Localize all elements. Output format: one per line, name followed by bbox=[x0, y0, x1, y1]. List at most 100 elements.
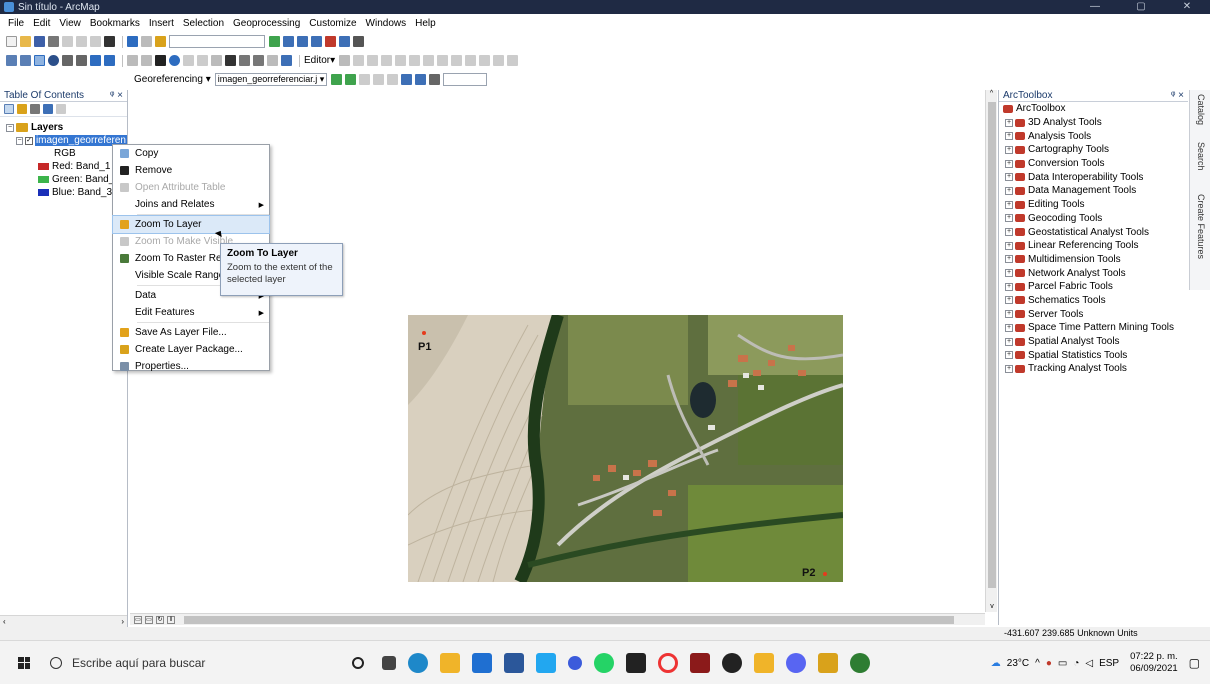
fixed-zoom-in-icon[interactable] bbox=[62, 55, 73, 66]
new-icon[interactable] bbox=[6, 36, 17, 47]
aerial-image-raster[interactable]: P1 P2 bbox=[408, 315, 843, 582]
menu-selection[interactable]: Selection bbox=[183, 18, 224, 29]
toolbox-pin-close[interactable]: ᵠ × bbox=[1171, 90, 1184, 101]
georef-layer-combo[interactable]: imagen_georreferenciar.j ▾ bbox=[214, 73, 327, 86]
attributes-icon[interactable] bbox=[479, 55, 491, 66]
control-point-p1[interactable] bbox=[422, 331, 426, 335]
expand-icon[interactable]: + bbox=[1005, 200, 1013, 209]
collapse-icon[interactable]: − bbox=[6, 123, 14, 132]
cut-polygons-icon[interactable] bbox=[437, 55, 449, 66]
tray-app-icon[interactable]: ● bbox=[1046, 658, 1052, 669]
expand-icon[interactable]: + bbox=[1005, 186, 1013, 195]
python-window-icon[interactable] bbox=[339, 36, 350, 47]
map-vertical-scrollbar[interactable]: ^ v bbox=[985, 90, 997, 612]
edit-annotation-icon[interactable] bbox=[353, 55, 365, 66]
context-menu-item[interactable]: Remove bbox=[113, 162, 269, 179]
hyperlink-icon[interactable] bbox=[183, 55, 194, 66]
redo-icon[interactable] bbox=[141, 36, 152, 47]
end-point-arc-icon[interactable] bbox=[381, 55, 393, 66]
link-table-icon[interactable] bbox=[400, 74, 412, 85]
save-icon[interactable] bbox=[34, 36, 45, 47]
expand-icon[interactable]: + bbox=[1005, 296, 1013, 305]
network-icon[interactable]: ◔ bbox=[1073, 658, 1079, 669]
toolbox-item[interactable]: + Data Management Tools bbox=[999, 184, 1188, 198]
menu-insert[interactable]: Insert bbox=[149, 18, 174, 29]
hscroll-thumb[interactable] bbox=[184, 615, 954, 624]
refresh-icon[interactable]: ↻ bbox=[156, 615, 164, 624]
toolbox-item[interactable]: + Server Tools bbox=[999, 307, 1188, 321]
create-features-icon[interactable] bbox=[507, 55, 519, 66]
toolbox-item[interactable]: + Multidimension Tools bbox=[999, 253, 1188, 267]
cut-icon[interactable] bbox=[62, 36, 73, 47]
list-by-selection-icon[interactable] bbox=[43, 104, 53, 114]
expand-icon[interactable]: + bbox=[1005, 269, 1013, 278]
straight-segment-icon[interactable] bbox=[367, 55, 379, 66]
list-by-drawing-order-icon[interactable] bbox=[4, 104, 14, 114]
open-icon[interactable] bbox=[20, 36, 31, 47]
clear-selection-icon[interactable] bbox=[141, 55, 152, 66]
expand-icon[interactable]: + bbox=[1005, 337, 1013, 346]
time-slider-icon[interactable] bbox=[267, 55, 278, 66]
toolbox-item[interactable]: + Space Time Pattern Mining Tools bbox=[999, 321, 1188, 335]
layer-visibility-checkbox[interactable]: ✓ bbox=[25, 136, 33, 145]
scroll-down-icon[interactable]: v bbox=[986, 603, 998, 610]
app-icon[interactable] bbox=[568, 655, 582, 670]
control-point-p2[interactable] bbox=[823, 572, 827, 576]
scale-combo[interactable] bbox=[169, 35, 265, 48]
expand-icon[interactable]: + bbox=[1005, 241, 1013, 250]
menu-customize[interactable]: Customize bbox=[309, 18, 356, 29]
toolbox-item[interactable]: + Schematics Tools bbox=[999, 294, 1188, 308]
xbox-icon[interactable] bbox=[722, 652, 742, 673]
select-elements-icon[interactable] bbox=[155, 55, 166, 66]
pan-icon[interactable] bbox=[34, 55, 45, 66]
toc-window-icon[interactable] bbox=[283, 36, 294, 47]
context-menu-item[interactable]: Zoom To Layer bbox=[112, 215, 270, 234]
find-route-icon[interactable] bbox=[239, 55, 250, 66]
expand-icon[interactable]: + bbox=[1005, 145, 1013, 154]
notifications-icon[interactable]: ▢ bbox=[1189, 656, 1200, 670]
delete-icon[interactable] bbox=[104, 36, 115, 47]
search-tab[interactable]: Search bbox=[1194, 142, 1206, 171]
edge-icon[interactable] bbox=[408, 652, 428, 673]
menu-file[interactable]: File bbox=[8, 18, 24, 29]
whatsapp-icon[interactable] bbox=[594, 652, 614, 673]
forward-extent-icon[interactable] bbox=[104, 55, 115, 66]
context-menu-item[interactable]: Joins and Relates ▶ bbox=[113, 196, 269, 213]
scroll-up-icon[interactable]: ^ bbox=[986, 90, 997, 97]
menu-edit[interactable]: Edit bbox=[33, 18, 50, 29]
modelbuilder-icon[interactable] bbox=[353, 36, 364, 47]
task-view-icon[interactable] bbox=[382, 655, 396, 670]
expand-icon[interactable]: + bbox=[1005, 159, 1013, 168]
menu-help[interactable]: Help bbox=[415, 18, 436, 29]
create-features-tab[interactable]: Create Features bbox=[1194, 194, 1206, 259]
toolbox-item[interactable]: + Linear Referencing Tools bbox=[999, 239, 1188, 253]
reshape-icon[interactable] bbox=[423, 55, 435, 66]
viewer-window-icon[interactable] bbox=[281, 55, 292, 66]
map-horizontal-scrollbar[interactable]: ▭ ▭ ↻ ‖ bbox=[130, 613, 985, 625]
georeferencing-menu[interactable]: Georeferencing ▾ bbox=[134, 74, 211, 85]
layer-row[interactable]: − ✓ imagen_georreferen bbox=[6, 134, 127, 147]
expand-icon[interactable]: + bbox=[1005, 351, 1013, 360]
rotate-icon[interactable] bbox=[465, 55, 477, 66]
cortana-icon[interactable] bbox=[352, 656, 364, 669]
layout-view-icon[interactable]: ▭ bbox=[145, 615, 153, 624]
close-button[interactable]: ✕ bbox=[1164, 0, 1210, 14]
toc-options-icon[interactable] bbox=[56, 104, 66, 114]
shift-raster-icon[interactable] bbox=[344, 74, 356, 85]
identify-icon[interactable] bbox=[169, 55, 180, 66]
paste-icon[interactable] bbox=[90, 36, 101, 47]
toolbox-item[interactable]: + Analysis Tools bbox=[999, 129, 1188, 143]
menu-bookmarks[interactable]: Bookmarks bbox=[90, 18, 140, 29]
notion-icon[interactable] bbox=[626, 652, 646, 673]
expand-icon[interactable]: + bbox=[1005, 118, 1013, 127]
viewer-icon[interactable] bbox=[414, 74, 426, 85]
vscroll-thumb[interactable] bbox=[988, 102, 996, 588]
control-points-icon[interactable] bbox=[372, 74, 384, 85]
expand-icon[interactable]: + bbox=[1005, 214, 1013, 223]
data-view-icon[interactable]: ▭ bbox=[134, 615, 142, 624]
app-grid-icon[interactable] bbox=[754, 652, 774, 673]
context-menu-item[interactable]: Copy bbox=[113, 145, 269, 162]
zoom-out-icon[interactable] bbox=[20, 55, 31, 66]
rotate-raster-icon[interactable] bbox=[330, 74, 342, 85]
expand-icon[interactable]: + bbox=[1005, 282, 1013, 291]
